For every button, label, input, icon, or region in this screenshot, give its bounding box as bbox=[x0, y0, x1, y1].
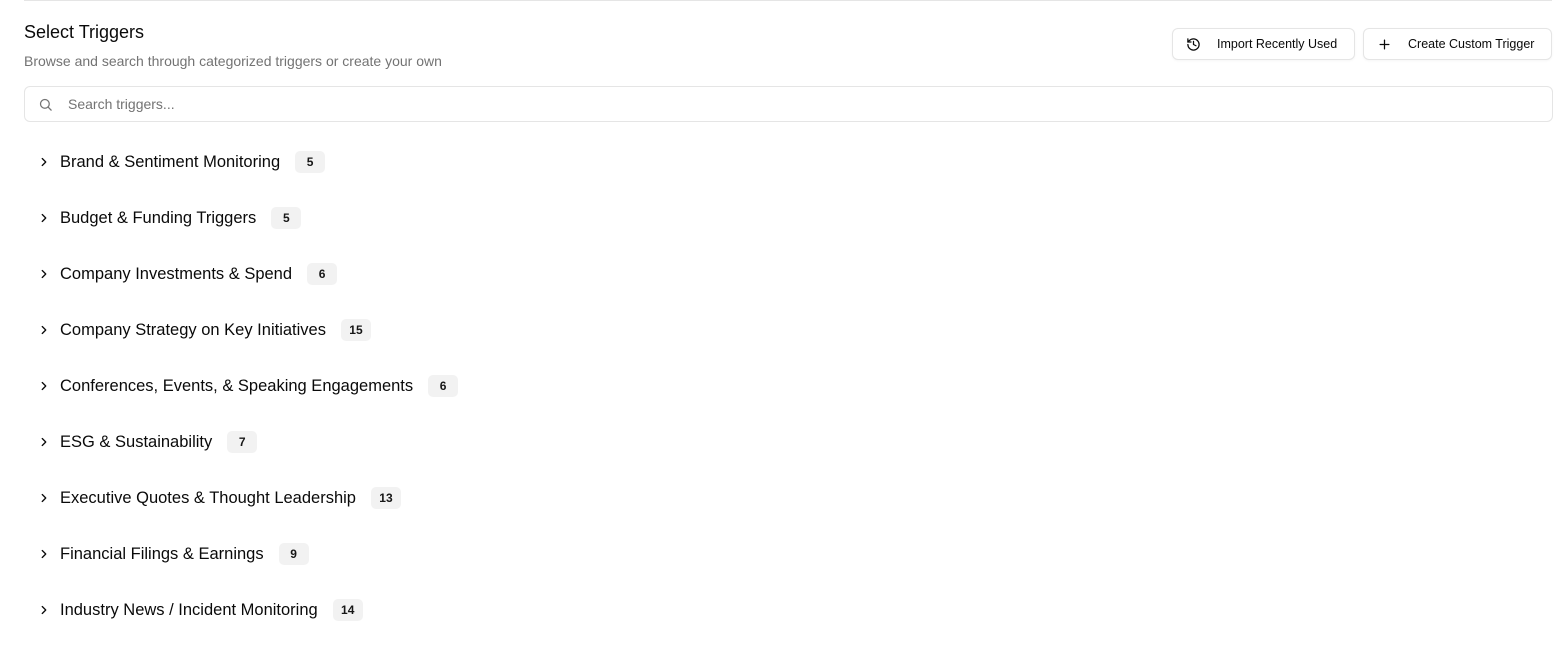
category-row[interactable]: Brand & Sentiment Monitoring 5 bbox=[24, 134, 1553, 190]
category-count-badge: 5 bbox=[271, 207, 302, 229]
search-input[interactable] bbox=[66, 95, 1470, 113]
category-label: Brand & Sentiment Monitoring bbox=[60, 152, 281, 171]
category-label: Budget & Funding Triggers bbox=[60, 208, 257, 227]
category-label: Company Investments & Spend bbox=[60, 264, 293, 283]
chevron-right-icon bbox=[36, 546, 52, 562]
category-count-badge: 6 bbox=[307, 263, 338, 285]
category-row[interactable]: Financial Filings & Earnings 9 bbox=[24, 526, 1553, 582]
category-label: ESG & Sustainability bbox=[60, 432, 213, 451]
page-subtitle: Browse and search through categorized tr… bbox=[24, 53, 442, 69]
category-count-badge: 5 bbox=[295, 151, 326, 173]
chevron-right-icon bbox=[36, 266, 52, 282]
category-count-badge: 6 bbox=[428, 375, 459, 397]
plus-icon bbox=[1376, 36, 1392, 52]
create-custom-trigger-label: Create Custom Trigger bbox=[1408, 37, 1535, 51]
category-list: Brand & Sentiment Monitoring 5 Budget & … bbox=[24, 134, 1553, 638]
chevron-right-icon bbox=[36, 434, 52, 450]
top-divider bbox=[24, 0, 1552, 1]
history-icon bbox=[1185, 36, 1201, 52]
chevron-right-icon bbox=[36, 154, 52, 170]
category-row[interactable]: Industry News / Incident Monitoring 14 bbox=[24, 582, 1553, 638]
category-row[interactable]: Executive Quotes & Thought Leadership 13 bbox=[24, 470, 1553, 526]
chevron-right-icon bbox=[36, 210, 52, 226]
category-count-badge: 13 bbox=[370, 487, 401, 509]
category-row[interactable]: Budget & Funding Triggers 5 bbox=[24, 190, 1553, 246]
category-row[interactable]: ESG & Sustainability 7 bbox=[24, 414, 1553, 470]
category-label: Industry News / Incident Monitoring bbox=[60, 600, 318, 619]
category-count-badge: 14 bbox=[332, 599, 363, 621]
chevron-right-icon bbox=[36, 322, 52, 338]
trigger-selector-page: Select Triggers Browse and search throug… bbox=[0, 0, 1562, 646]
search-box bbox=[24, 86, 1553, 122]
create-custom-trigger-button[interactable]: Create Custom Trigger bbox=[1363, 28, 1552, 60]
category-label: Financial Filings & Earnings bbox=[60, 544, 264, 563]
page-title: Select Triggers bbox=[24, 22, 145, 42]
import-recently-used-label: Import Recently Used bbox=[1217, 37, 1338, 51]
import-recently-used-button[interactable]: Import Recently Used bbox=[1172, 28, 1355, 60]
chevron-right-icon bbox=[36, 602, 52, 618]
category-count-badge: 9 bbox=[278, 543, 309, 565]
header-actions: Import Recently Used Create Custom Trigg… bbox=[1172, 28, 1552, 60]
category-label: Executive Quotes & Thought Leadership bbox=[60, 488, 356, 507]
category-row[interactable]: Company Investments & Spend 6 bbox=[24, 246, 1553, 302]
category-row[interactable]: Company Strategy on Key Initiatives 15 bbox=[24, 302, 1553, 358]
search-icon bbox=[37, 96, 53, 112]
category-count-badge: 7 bbox=[227, 431, 258, 453]
category-row[interactable]: Conferences, Events, & Speaking Engageme… bbox=[24, 358, 1553, 414]
chevron-right-icon bbox=[36, 378, 52, 394]
category-count-badge: 15 bbox=[340, 319, 371, 341]
chevron-right-icon bbox=[36, 490, 52, 506]
header: Select Triggers Browse and search throug… bbox=[24, 20, 442, 71]
category-label: Company Strategy on Key Initiatives bbox=[60, 320, 326, 339]
category-label: Conferences, Events, & Speaking Engageme… bbox=[60, 376, 414, 395]
